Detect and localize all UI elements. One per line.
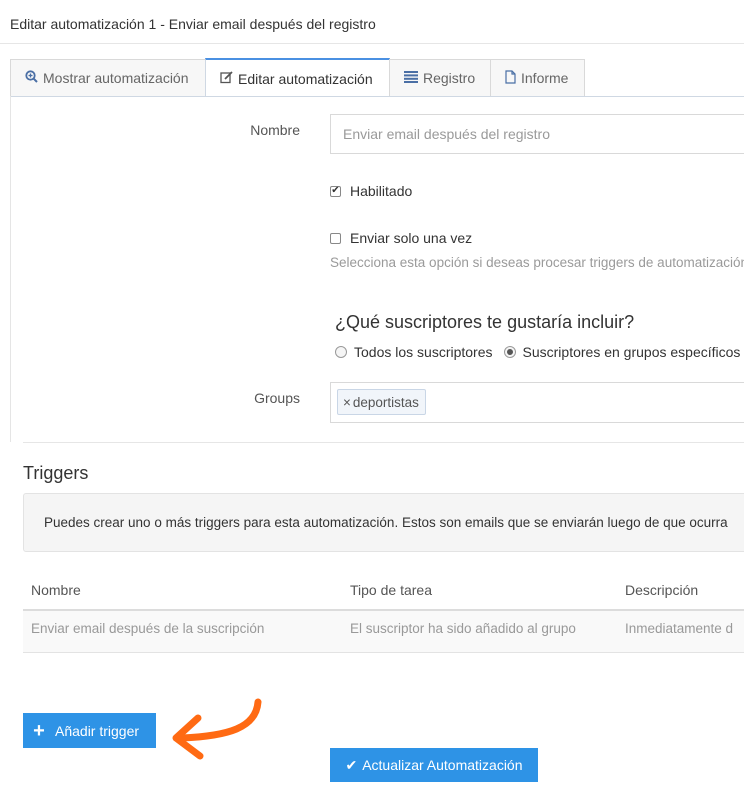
triggers-info-box: Puedes crear uno o más triggers para est… — [23, 493, 744, 552]
group-tag-label: deportistas — [352, 394, 419, 410]
column-header-nombre: Nombre — [31, 582, 81, 598]
section-divider — [23, 442, 744, 443]
edit-icon — [220, 70, 233, 87]
subscribers-question: ¿Qué suscriptores te gustaría incluir? — [335, 312, 635, 332]
column-header-descripcion: Descripción — [625, 582, 699, 598]
enabled-label: Habilitado — [350, 183, 413, 199]
update-automation-button[interactable]: ✔ Actualizar Automatización — [330, 748, 538, 782]
tab-label: Editar automatización — [238, 70, 373, 87]
groups-select[interactable]: × deportistas — [330, 382, 744, 423]
enabled-checkbox-row[interactable]: ✔ Habilitado — [330, 183, 412, 199]
radio-group-subscribers[interactable] — [503, 346, 516, 358]
tab-informe[interactable]: Informe — [490, 59, 585, 96]
tab-label: Mostrar automatización — [43, 70, 189, 86]
table-row-divider — [23, 652, 744, 653]
remove-tag-icon[interactable]: × — [343, 395, 351, 410]
tab-mostrar-automatizacion[interactable]: Mostrar automatización — [10, 59, 206, 96]
tab-editar-automatizacion[interactable]: Editar automatización — [205, 58, 390, 97]
add-trigger-label: Añadir trigger — [55, 722, 140, 739]
zoom-in-icon — [25, 70, 38, 86]
add-trigger-button[interactable]: + Añadir trigger — [23, 713, 156, 748]
panel-border — [10, 96, 11, 442]
list-icon — [404, 70, 418, 86]
groups-label: Groups — [254, 390, 300, 406]
tabs-divider — [10, 96, 744, 97]
name-input[interactable] — [330, 114, 744, 154]
column-header-tipo: Tipo de tarea — [350, 582, 432, 598]
name-label: Nombre — [250, 122, 300, 138]
tab-label: Registro — [423, 70, 476, 86]
once-checkbox[interactable] — [330, 232, 341, 244]
trigger-type-cell: El suscriptor ha sido añadido al grupo — [350, 621, 576, 636]
once-label: Enviar solo una vez — [350, 230, 473, 246]
triggers-info-text: Puedes crear uno o más triggers para est… — [44, 515, 728, 530]
trigger-name-cell[interactable]: Enviar email después de la suscripción — [31, 621, 264, 636]
plus-icon: + — [33, 719, 45, 742]
triggers-title: Triggers — [23, 463, 89, 483]
update-automation-label: Actualizar Automatización — [362, 757, 523, 773]
file-icon — [505, 69, 516, 87]
once-hint: Selecciona esta opción si deseas procesa… — [330, 255, 744, 270]
tab-registro[interactable]: Registro — [389, 59, 491, 96]
check-icon: ✔ — [345, 756, 358, 773]
title-divider — [0, 43, 744, 44]
subscribers-radio-group: Todos los suscriptores Suscriptores en g… — [335, 344, 740, 360]
tab-label: Informe — [521, 70, 569, 86]
group-tag: × deportistas — [337, 389, 426, 415]
radio-groups-label[interactable]: Suscriptores en grupos específicos — [523, 344, 741, 360]
enabled-checkbox[interactable]: ✔ — [330, 185, 341, 197]
trigger-description-cell: Inmediatamente d — [625, 621, 734, 636]
radio-all-label[interactable]: Todos los suscriptores — [354, 344, 493, 360]
radio-all-subscribers[interactable] — [335, 346, 347, 358]
once-checkbox-row[interactable]: Enviar solo una vez — [330, 230, 472, 246]
orange-arrow-annotation — [172, 698, 262, 760]
page-title: Editar automatización 1 - Enviar email d… — [10, 16, 376, 32]
